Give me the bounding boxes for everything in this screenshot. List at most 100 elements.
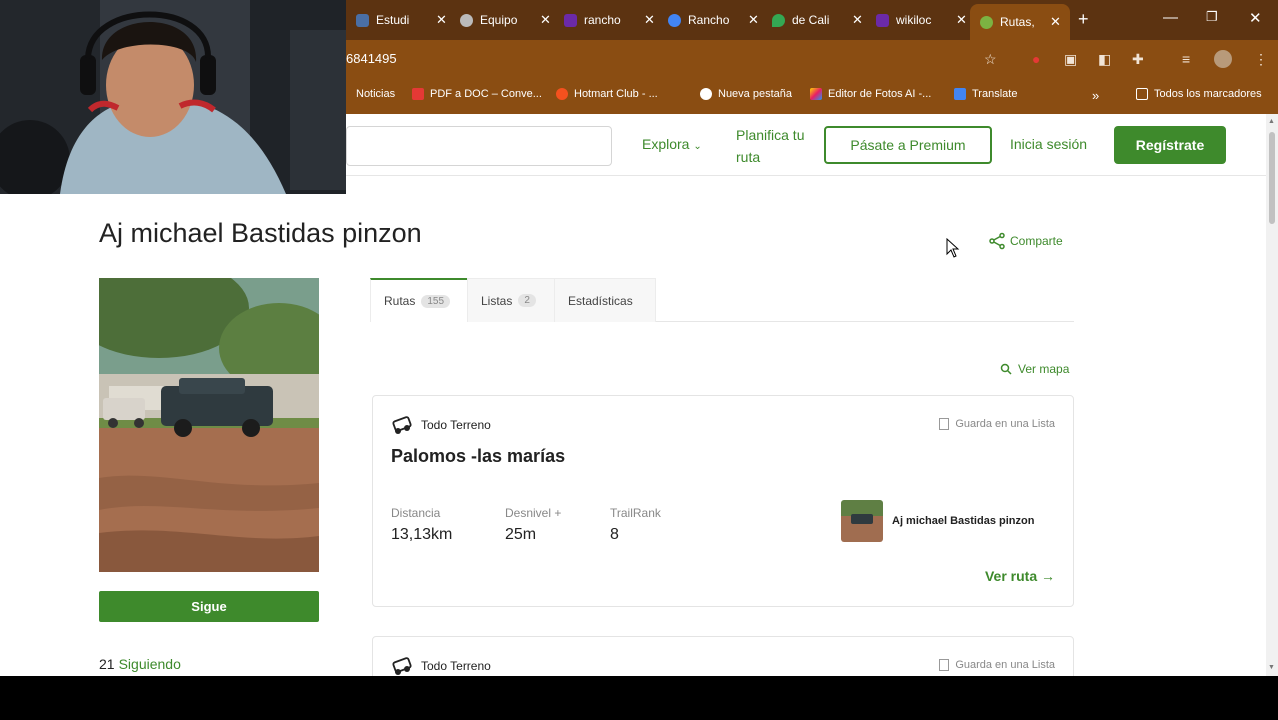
bookmark-label: Todos los marcadores [1154, 88, 1262, 100]
close-tab-icon[interactable]: ✕ [852, 12, 863, 28]
minimize-icon[interactable]: — [1163, 9, 1178, 26]
all-bookmarks-folder[interactable]: Todos los marcadores [1136, 88, 1262, 100]
bookmark-label: Hotmart Club - ... [574, 88, 658, 100]
explora-menu[interactable]: Explora ⌄ [642, 136, 702, 152]
scroll-down-icon[interactable]: ▼ [1268, 664, 1275, 671]
explora-label: Explora [642, 136, 690, 152]
avatar [841, 500, 883, 542]
author-name: Aj michael Bastidas pinzon [892, 515, 1035, 527]
stat-value: 13,13km [391, 526, 453, 543]
hotmart-icon [556, 88, 568, 100]
offroad-vehicle-icon [392, 657, 412, 675]
close-window-icon[interactable]: ✕ [1249, 9, 1262, 27]
bookmark-item[interactable]: Editor de Fotos AI -... [810, 88, 931, 100]
search-icon [1000, 363, 1012, 375]
browser-tab[interactable]: Estudi ✕ [346, 6, 450, 34]
browser-tab[interactable]: de Cali ✕ [762, 6, 866, 34]
tab-favicon-icon [876, 13, 889, 27]
ver-mapa-link[interactable]: Ver mapa [1000, 362, 1069, 376]
save-to-list-button[interactable]: Guarda en una Lista [939, 418, 1055, 430]
follow-button[interactable]: Sigue [99, 591, 319, 622]
restore-icon[interactable]: ❐ [1206, 9, 1218, 25]
bookmark-item[interactable]: Nueva pestaña [700, 88, 792, 100]
bookmark-star-icon[interactable]: ☆ [984, 51, 997, 68]
stat-label: TrailRank [610, 506, 661, 520]
bookmark-label: Nueva pestaña [718, 88, 792, 100]
route-title[interactable]: Palomos -las marías [391, 446, 565, 467]
tab-listas[interactable]: Listas 2 [467, 278, 555, 322]
close-tab-icon[interactable]: ✕ [436, 12, 447, 28]
bookmark-item[interactable]: PDF a DOC – Conve... [412, 88, 542, 100]
new-tab-button[interactable]: + [1078, 9, 1089, 30]
stat-distance: Distancia 13,13km [391, 506, 452, 544]
bookmark-icon [939, 659, 950, 671]
bookmark-label: Editor de Fotos AI -... [828, 88, 932, 100]
globe-icon [700, 88, 712, 100]
scroll-up-icon[interactable]: ▲ [1268, 118, 1275, 125]
tab-rutas[interactable]: Rutas 155 [370, 278, 468, 322]
login-link[interactable]: Inicia sesión [1010, 136, 1087, 152]
tab-title: Equipo [480, 13, 518, 27]
following-count[interactable]: 21 Siguiendo [99, 656, 181, 672]
tab-title: rancho [584, 13, 621, 27]
mouse-cursor-icon [946, 238, 960, 258]
page-scrollbar[interactable]: ▲ ▼ [1266, 114, 1278, 676]
share-label: Comparte [1010, 234, 1063, 248]
chevron-down-icon: ⌄ [693, 141, 702, 152]
register-button[interactable]: Regístrate [1114, 126, 1226, 164]
profile-avatar-icon[interactable] [1214, 50, 1232, 68]
scroll-thumb[interactable] [1269, 132, 1275, 224]
close-tab-icon[interactable]: ✕ [644, 12, 655, 28]
stat-label: Desnivel + [505, 506, 562, 520]
close-tab-icon[interactable]: ✕ [956, 12, 967, 28]
extension-icon[interactable]: ● [1032, 51, 1040, 67]
activity-label: Todo Terreno [421, 659, 491, 673]
close-tab-icon[interactable]: ✕ [540, 12, 551, 28]
bookmark-item[interactable]: Hotmart Club - ... [556, 88, 658, 100]
tab-favicon-icon [460, 13, 473, 27]
profile-name: Aj michael Bastidas pinzon [99, 218, 422, 248]
route-card[interactable]: Todo Terreno Guarda en una Lista Palomos… [372, 395, 1074, 607]
browser-tab[interactable]: Rancho ✕ [658, 6, 762, 34]
extension-icon[interactable]: ▣ [1064, 51, 1077, 68]
activity-type: Todo Terreno [391, 655, 491, 676]
planifica-link[interactable]: Planifica tu ruta [736, 124, 820, 168]
save-to-list-button[interactable]: Guarda en una Lista [939, 659, 1055, 671]
extension-icon[interactable]: ◧ [1098, 51, 1111, 68]
pdf-icon [412, 88, 424, 100]
close-tab-icon[interactable]: ✕ [1050, 14, 1061, 30]
more-bookmarks-button[interactable]: » [1092, 88, 1099, 103]
search-input[interactable] [346, 126, 612, 166]
premium-button[interactable]: Pásate a Premium [824, 126, 992, 164]
share-button[interactable]: Comparte [988, 232, 1063, 250]
browser-tab[interactable]: wikiloc ✕ [866, 6, 970, 34]
bookmark-label: PDF a DOC – Conve... [430, 88, 542, 100]
tab-favicon-icon [772, 13, 785, 27]
tab-estadisticas[interactable]: Estadísticas [554, 278, 656, 322]
media-icon[interactable]: ≡ [1182, 51, 1190, 67]
route-author[interactable]: Aj michael Bastidas pinzon [841, 500, 1034, 542]
following-number: 21 [99, 656, 115, 672]
tab-label: Rutas [384, 294, 416, 308]
menu-dots-icon[interactable]: ⋮ [1254, 51, 1268, 68]
bookmark-item[interactable]: Noticias [356, 88, 395, 100]
save-label: Guarda en una Lista [955, 418, 1055, 430]
activity-type: Todo Terreno [391, 414, 491, 436]
tab-title: Rancho [688, 13, 730, 27]
bookmark-item[interactable]: Translate [954, 88, 1017, 100]
photo-editor-icon [810, 88, 822, 100]
browser-tab-active[interactable]: Rutas, ✕ [970, 4, 1070, 40]
close-tab-icon[interactable]: ✕ [748, 12, 759, 28]
ver-ruta-link[interactable]: Ver ruta → [985, 568, 1055, 584]
ver-mapa-label: Ver mapa [1018, 362, 1070, 376]
browser-tab[interactable]: Equipo ✕ [450, 6, 554, 34]
tab-favicon-icon [980, 15, 993, 29]
browser-tab[interactable]: rancho ✕ [554, 6, 658, 34]
save-label: Guarda en una Lista [955, 659, 1055, 671]
tab-favicon-icon [668, 13, 681, 27]
stat-value: 8 [610, 526, 619, 543]
route-card[interactable]: Todo Terreno Guarda en una Lista [372, 636, 1074, 676]
url-field[interactable]: 6841495 [346, 51, 397, 66]
puzzle-icon[interactable]: ✚ [1132, 51, 1144, 68]
bookmark-label: Translate [972, 88, 1018, 100]
